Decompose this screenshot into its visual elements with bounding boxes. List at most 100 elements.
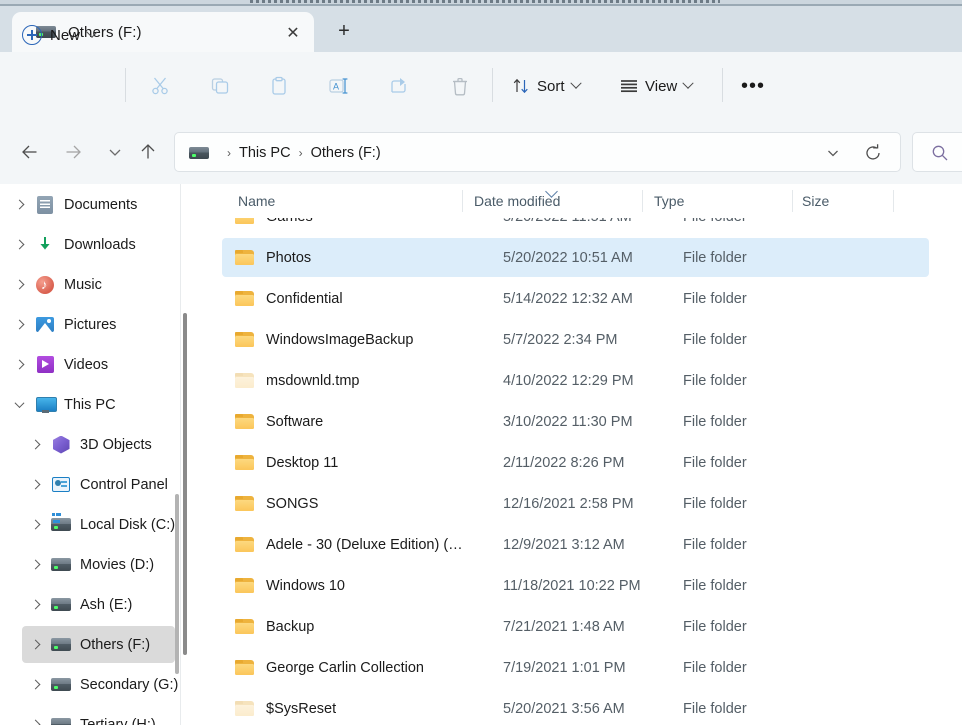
sidebar-item-videos[interactable]: Videos bbox=[6, 346, 175, 383]
folder-icon bbox=[235, 414, 254, 429]
file-list-scrollbar[interactable] bbox=[183, 313, 187, 655]
table-row[interactable]: Windows 10 11/18/2021 10:22 PM File folder bbox=[222, 566, 929, 605]
sidebar-item-documents[interactable]: Documents bbox=[6, 186, 175, 223]
chevron-right-icon[interactable] bbox=[6, 266, 32, 303]
control-panel-icon bbox=[48, 466, 74, 503]
share-button[interactable] bbox=[379, 70, 419, 102]
arrow-left-icon bbox=[22, 145, 37, 159]
chevron-down-icon bbox=[828, 150, 838, 157]
column-header-size[interactable]: Size bbox=[802, 184, 829, 218]
chevron-right-icon[interactable] bbox=[6, 346, 32, 383]
table-row[interactable]: msdownld.tmp 4/10/2022 12:29 PM File folde… bbox=[222, 361, 929, 400]
sidebar-item-tertiary-h[interactable]: Tertiary (H:) bbox=[22, 706, 175, 725]
chevron-right-icon[interactable] bbox=[22, 546, 48, 583]
chevron-right-icon[interactable] bbox=[22, 666, 48, 703]
sidebar-item-label: 3D Objects bbox=[80, 436, 152, 453]
view-button[interactable]: View bbox=[620, 70, 694, 102]
column-header-type[interactable]: Type bbox=[654, 184, 684, 218]
trash-icon bbox=[453, 77, 467, 96]
sidebar-item-label: Others (F:) bbox=[80, 636, 151, 653]
chevron-right-icon[interactable] bbox=[6, 306, 32, 343]
chevron-right-icon[interactable] bbox=[22, 626, 48, 663]
forward-button[interactable] bbox=[57, 136, 89, 168]
chevron-right-icon[interactable] bbox=[22, 506, 48, 543]
search-box[interactable] bbox=[912, 132, 962, 172]
sidebar-item-local-disk-c[interactable]: Local Disk (C:) bbox=[22, 506, 175, 543]
up-button[interactable] bbox=[132, 136, 164, 168]
sidebar-item-label: Videos bbox=[64, 356, 109, 373]
type-cell: File folder bbox=[683, 495, 747, 512]
chevron-right-icon[interactable] bbox=[22, 586, 48, 623]
new-tab-button[interactable]: + bbox=[330, 18, 358, 44]
copy-button[interactable] bbox=[200, 70, 240, 102]
file-list-pane[interactable]: Games5/20/2022 11:51 AMFile folderPhotos… bbox=[181, 184, 962, 725]
sort-button[interactable]: Sort bbox=[512, 70, 582, 102]
folder-icon bbox=[235, 373, 254, 388]
close-icon[interactable]: ✕ bbox=[282, 22, 304, 44]
folder-icon bbox=[235, 701, 254, 716]
file-name-cell: WindowsImageBackup bbox=[266, 331, 414, 348]
column-divider[interactable] bbox=[893, 190, 894, 212]
table-row[interactable]: Confidential 5/14/2022 12:32 AM File folde… bbox=[222, 279, 929, 318]
refresh-icon bbox=[866, 144, 880, 160]
sidebar-item-others-f[interactable]: Others (F:) bbox=[22, 626, 175, 663]
date-modified-cell: 7/21/2021 1:48 AM bbox=[503, 618, 625, 635]
column-header-name[interactable]: Name bbox=[238, 184, 275, 218]
breadcrumb-others-f[interactable]: Others (F:) bbox=[311, 145, 381, 161]
videos-icon bbox=[32, 346, 58, 383]
file-name-cell: Windows 10 bbox=[266, 577, 345, 594]
cut-button[interactable] bbox=[140, 70, 180, 102]
table-row[interactable]: WindowsImageBackup 5/7/2022 2:34 PM File f… bbox=[222, 320, 929, 359]
table-row[interactable]: SONGS 12/16/2021 2:58 PM File folder bbox=[222, 484, 929, 523]
delete-button[interactable] bbox=[440, 70, 480, 102]
sidebar-item-ash-e[interactable]: Ash (E:) bbox=[22, 586, 175, 623]
paste-button[interactable] bbox=[259, 70, 299, 102]
navigation-pane[interactable]: Documents Downloads Music Pictures Videos Thi… bbox=[0, 184, 181, 725]
table-row[interactable]: Backup 7/21/2021 1:48 AM File folder bbox=[222, 607, 929, 646]
sidebar-item-control-panel[interactable]: Control Panel bbox=[22, 466, 175, 503]
new-button[interactable]: New bbox=[22, 20, 98, 50]
sidebar-item-3d-objects[interactable]: 3D Objects bbox=[22, 426, 175, 463]
column-headers: Name Date modified Type Size bbox=[181, 184, 962, 218]
column-divider[interactable] bbox=[462, 190, 463, 212]
chevron-right-icon[interactable] bbox=[22, 706, 48, 725]
toolbar-separator-2 bbox=[492, 68, 493, 102]
sidebar-item-downloads[interactable]: Downloads bbox=[6, 226, 175, 263]
column-divider[interactable] bbox=[642, 190, 643, 212]
sidebar-item-label: Movies (D:) bbox=[80, 556, 155, 573]
chevron-right-icon[interactable] bbox=[6, 226, 32, 263]
table-row[interactable]: Software 3/10/2022 11:30 PM File folder bbox=[222, 402, 929, 441]
this-pc-icon bbox=[32, 386, 58, 423]
address-dropdown-button[interactable] bbox=[826, 146, 840, 160]
sidebar-item-label: Downloads bbox=[64, 236, 136, 253]
sidebar-item-music[interactable]: Music bbox=[6, 266, 175, 303]
back-button[interactable] bbox=[14, 136, 46, 168]
chevron-down-icon[interactable] bbox=[6, 386, 32, 423]
date-modified-cell: 11/18/2021 10:22 PM bbox=[503, 577, 641, 594]
sidebar-item-secondary-g[interactable]: Secondary (G:) bbox=[22, 666, 178, 703]
chevron-right-icon[interactable] bbox=[6, 186, 32, 223]
sidebar-item-movies-d[interactable]: Movies (D:) bbox=[22, 546, 175, 583]
refresh-button[interactable] bbox=[864, 144, 882, 162]
file-name-cell: Desktop 11 bbox=[266, 454, 339, 471]
sidebar-item-pictures[interactable]: Pictures bbox=[6, 306, 175, 343]
table-row[interactable]: George Carlin Collection 7/19/2021 1:01 P… bbox=[222, 648, 929, 687]
table-row[interactable]: Photos 5/20/2022 10:51 AM File folder bbox=[222, 238, 929, 277]
chevron-right-icon[interactable] bbox=[22, 426, 48, 463]
sort-icon bbox=[513, 78, 528, 94]
table-row[interactable]: Adele - 30 (Deluxe Edition) (… 12/9/2021 … bbox=[222, 525, 929, 564]
rename-button[interactable]: A bbox=[319, 70, 359, 102]
column-divider[interactable] bbox=[792, 190, 793, 212]
address-bar[interactable]: › This PC › Others (F:) bbox=[174, 132, 901, 172]
recent-locations-button[interactable] bbox=[99, 136, 131, 168]
more-options-button[interactable]: ••• bbox=[733, 70, 773, 102]
sidebar-item-this-pc[interactable]: This PC bbox=[6, 386, 175, 423]
type-cell: File folder bbox=[683, 413, 747, 430]
table-row[interactable]: $SysReset 5/20/2021 3:56 AM File folder bbox=[222, 689, 929, 725]
pictures-icon bbox=[32, 306, 58, 343]
chevron-right-icon[interactable] bbox=[22, 466, 48, 503]
table-row[interactable]: Desktop 11 2/11/2022 8:26 PM File folder bbox=[222, 443, 929, 482]
breadcrumb-this-pc[interactable]: This PC bbox=[239, 145, 291, 161]
nav-pane-scrollbar[interactable] bbox=[175, 494, 179, 674]
date-modified-cell: 12/9/2021 3:12 AM bbox=[503, 536, 625, 553]
